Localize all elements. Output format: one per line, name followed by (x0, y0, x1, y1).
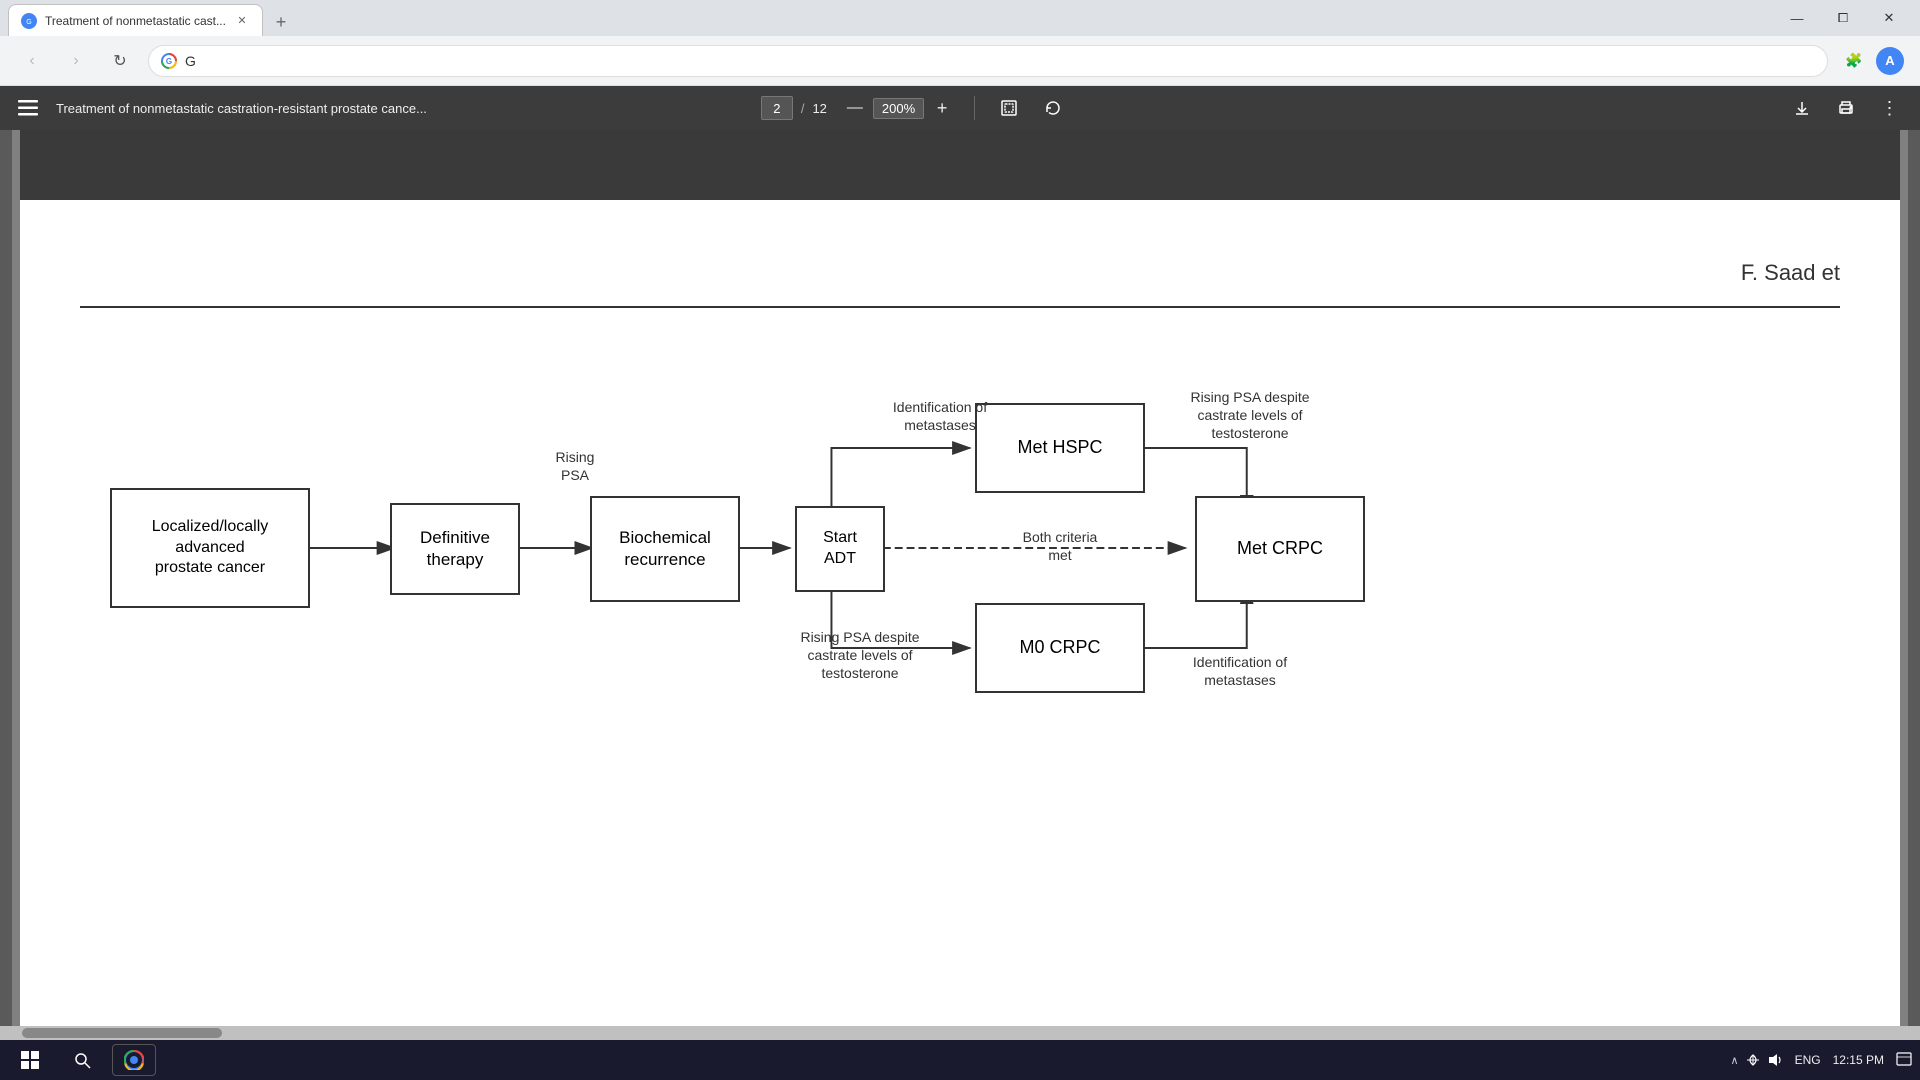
box-localized: Localized/locallyadvancedprostate cancer (110, 488, 310, 608)
start-adt-text: StartADT (823, 528, 857, 570)
pdf-zoom-control: — 200% + (843, 96, 954, 120)
address-bar: ‹ › ↻ G G 🧩 A (0, 36, 1920, 86)
volume-icon (1767, 1052, 1783, 1068)
author-text: F. Saad et (80, 250, 1840, 308)
pdf-page-input[interactable] (761, 96, 793, 120)
tab-bar: G Treatment of nonmetastatic cast... ✕ +… (0, 0, 1920, 36)
tab-favicon: G (21, 13, 37, 29)
window-controls: — ⧠ ✕ (1774, 0, 1912, 36)
page-content: F. Saad et (80, 170, 1840, 758)
up-arrow-icon[interactable]: ∧ (1731, 1054, 1739, 1067)
tab-label: Treatment of nonmetastatic cast... (45, 14, 226, 28)
url-bar[interactable]: G G (148, 45, 1828, 77)
taskbar-system-icons: ∧ (1731, 1052, 1783, 1068)
profile-button[interactable]: A (1876, 47, 1904, 75)
pdf-more-button[interactable]: ⋮ (1876, 94, 1904, 122)
pdf-page-control: / 12 (761, 96, 827, 120)
taskbar-chrome-icon[interactable] (112, 1044, 156, 1076)
pdf-zoom-minus[interactable]: — (843, 96, 867, 120)
horizontal-scrollbar[interactable] (0, 1026, 1920, 1040)
box-definitive: Definitivetherapy (390, 503, 520, 595)
pdf-zoom-value: 200% (873, 98, 924, 119)
taskbar: ∧ ENG 12:15 PM (0, 1040, 1920, 1080)
box-start-adt: StartADT (795, 506, 885, 592)
new-tab-button[interactable]: + (267, 8, 295, 36)
svg-text:G: G (26, 19, 31, 26)
label-rising-psa-top: Rising PSA despitecastrate levels oftest… (1170, 388, 1330, 443)
pdf-zoom-plus[interactable]: + (930, 96, 954, 120)
pdf-page-sep: / (801, 101, 805, 116)
pdf-print-button[interactable] (1832, 94, 1860, 122)
pdf-toolbar: Treatment of nonmetastatic castration-re… (0, 86, 1920, 130)
network-icon (1745, 1052, 1761, 1068)
pdf-menu-button[interactable] (16, 96, 40, 120)
label-rising-psa-bottom: Rising PSA despitecastrate levels oftest… (780, 628, 940, 683)
pdf-title: Treatment of nonmetastatic castration-re… (56, 101, 745, 116)
start-button[interactable] (8, 1044, 52, 1076)
label-rising-psa-1: RisingPSA (535, 448, 615, 484)
right-border (1908, 130, 1920, 1026)
extension-area: 🧩 A (1840, 47, 1904, 75)
taskbar-search[interactable] (60, 1044, 104, 1076)
label-identification-metastases-2: Identification ofmetastases (1170, 653, 1310, 689)
box-m0-crpc: M0 CRPC (975, 603, 1145, 693)
reload-button[interactable]: ↻ (104, 45, 136, 77)
tab-close-button[interactable]: ✕ (234, 13, 250, 29)
label-both-criteria: Both criteriamet (1010, 528, 1110, 564)
label-identification-metastases: Identification ofmetastases (880, 398, 1000, 434)
scrollbar-thumb[interactable] (22, 1028, 222, 1038)
definitive-text: Definitivetherapy (420, 527, 490, 571)
box-met-crpc: Met CRPC (1195, 496, 1365, 602)
met-hspc-text: Met HSPC (1017, 436, 1102, 459)
extensions-button[interactable]: 🧩 (1840, 47, 1868, 75)
flowchart: Localized/locallyadvancedprostate cancer… (80, 338, 1840, 758)
pdf-rotate-button[interactable] (1039, 94, 1067, 122)
taskbar-time: 12:15 PM (1833, 1053, 1884, 1067)
biochemical-text: Biochemicalrecurrence (619, 527, 711, 571)
box-biochemical: Biochemicalrecurrence (590, 496, 740, 602)
svg-text:G: G (166, 57, 172, 66)
minimize-button[interactable]: — (1774, 0, 1820, 36)
taskbar-right: ∧ ENG 12:15 PM (1731, 1052, 1912, 1068)
taskbar-lang: ENG (1795, 1053, 1821, 1067)
close-button[interactable]: ✕ (1866, 0, 1912, 36)
browser-tab[interactable]: G Treatment of nonmetastatic cast... ✕ (8, 4, 263, 36)
met-crpc-text: Met CRPC (1237, 537, 1323, 560)
notification-icon[interactable] (1896, 1052, 1912, 1068)
browser-window: G Treatment of nonmetastatic cast... ✕ +… (0, 0, 1920, 1040)
box-met-hspc: Met HSPC (975, 403, 1145, 493)
left-border (0, 130, 12, 1026)
pdf-download-button[interactable] (1788, 94, 1816, 122)
url-text: G (185, 53, 1815, 69)
pdf-page-total: 12 (812, 101, 826, 116)
forward-button[interactable]: › (60, 45, 92, 77)
pdf-content: F. Saad et (0, 130, 1920, 1026)
maximize-button[interactable]: ⧠ (1820, 0, 1866, 36)
google-favicon: G (161, 53, 177, 69)
pdf-page: F. Saad et (20, 130, 1900, 1026)
m0-crpc-text: M0 CRPC (1019, 636, 1100, 659)
back-button[interactable]: ‹ (16, 45, 48, 77)
pdf-fit-button[interactable] (995, 94, 1023, 122)
